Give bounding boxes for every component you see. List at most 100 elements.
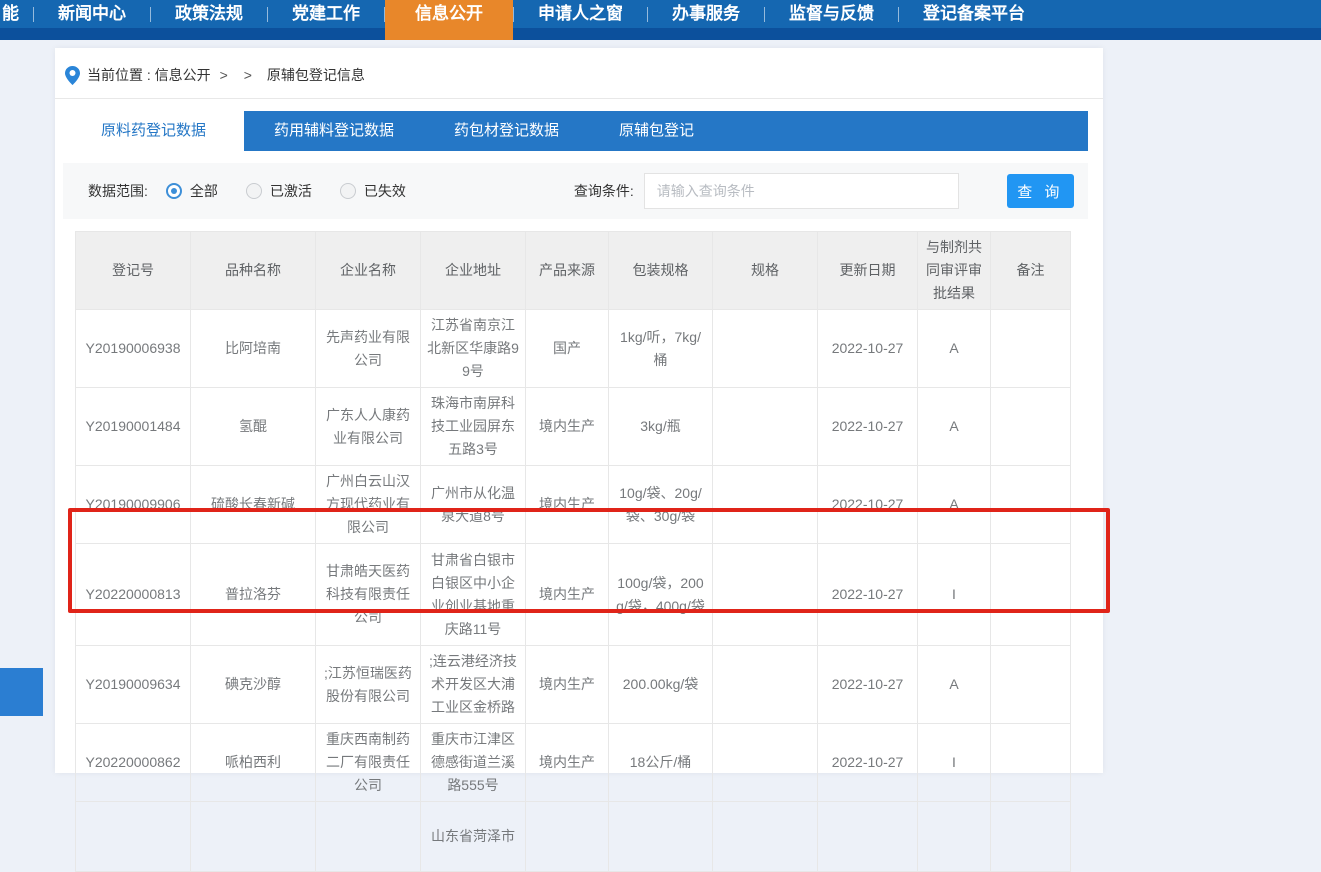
tab-1[interactable]: 药用辅料登记数据 <box>244 111 424 151</box>
cell-r5-c0: Y20220000862 <box>76 724 191 802</box>
tab-3[interactable]: 原辅包登记 <box>589 111 724 151</box>
cell-r1-c1: 氢醌 <box>191 388 316 466</box>
cell-r4-c2: ;江苏恒瑞医药股份有限公司 <box>316 646 421 724</box>
column-header-4: 产品来源 <box>526 232 609 310</box>
nav-item-8[interactable]: 登记备案平台 <box>899 0 1049 28</box>
cell-r5-c9 <box>991 724 1071 802</box>
radio-dot-icon <box>166 183 182 199</box>
cell-r1-c8: A <box>918 388 991 466</box>
cell-r2-c5: 10g/袋、20g/袋、30g/袋 <box>609 466 713 544</box>
scope-radio-label: 已失效 <box>364 181 406 201</box>
cell-r3-c0: Y20220000813 <box>76 544 191 646</box>
cell-r1-c3: 珠海市南屏科技工业园屏东五路3号 <box>421 388 526 466</box>
cell-r3-c2: 甘肃皓天医药科技有限责任公司 <box>316 544 421 646</box>
table-row[interactable]: Y20190001484氢醌广东人人康药业有限公司珠海市南屏科技工业园屏东五路3… <box>76 388 1071 466</box>
scope-radio-2[interactable]: 已失效 <box>340 181 406 201</box>
cell-r3-c1: 普拉洛芬 <box>191 544 316 646</box>
cell-r6-c9 <box>991 802 1071 872</box>
table-header: 登记号品种名称企业名称企业地址产品来源包装规格规格更新日期与制剂共同审评审批结果… <box>76 232 1071 310</box>
cell-r3-c9 <box>991 544 1071 646</box>
breadcrumb: 当前位置 : 信息公开 > > 原辅包登记信息 <box>55 48 1103 99</box>
radio-dot-icon <box>246 183 262 199</box>
scope-radio-label: 全部 <box>190 181 218 201</box>
cell-r5-c3: 重庆市江津区德感街道兰溪路555号 <box>421 724 526 802</box>
cell-r1-c0: Y20190001484 <box>76 388 191 466</box>
cell-r6-c2 <box>316 802 421 872</box>
cell-r2-c7: 2022-10-27 <box>818 466 918 544</box>
table-row[interactable]: 山东省菏泽市 <box>76 802 1071 872</box>
cell-r5-c6 <box>713 724 818 802</box>
nav-item-5[interactable]: 申请人之窗 <box>514 0 647 28</box>
tab-0[interactable]: 原料药登记数据 <box>63 111 244 151</box>
column-header-2: 企业名称 <box>316 232 421 310</box>
cell-r5-c2: 重庆西南制药二厂有限责任公司 <box>316 724 421 802</box>
scope-radio-group: 全部 已激活 已失效 <box>166 181 406 201</box>
cell-r4-c7: 2022-10-27 <box>818 646 918 724</box>
cell-r6-c4 <box>526 802 609 872</box>
location-pin-icon <box>65 66 80 85</box>
column-header-0: 登记号 <box>76 232 191 310</box>
cell-r1-c6 <box>713 388 818 466</box>
query-label: 查询条件: <box>574 181 634 201</box>
cell-r4-c0: Y20190009634 <box>76 646 191 724</box>
column-header-5: 包装规格 <box>609 232 713 310</box>
cell-r0-c9 <box>991 310 1071 388</box>
nav-item-2[interactable]: 政策法规 <box>151 0 267 28</box>
cell-r2-c8: A <box>918 466 991 544</box>
search-button[interactable]: 查 询 <box>1007 174 1074 208</box>
query-input[interactable] <box>644 173 959 209</box>
left-floating-widget[interactable] <box>0 668 43 716</box>
table-row[interactable]: Y20190009634碘克沙醇;江苏恒瑞医药股份有限公司;连云港经济技术开发区… <box>76 646 1071 724</box>
nav-item-1[interactable]: 新闻中心 <box>34 0 150 28</box>
table-body: Y20190006938比阿培南先声药业有限公司江苏省南京江北新区华康路99号国… <box>76 310 1071 872</box>
cell-r0-c3: 江苏省南京江北新区华康路99号 <box>421 310 526 388</box>
table-row-highlighted[interactable]: Y20220000813普拉洛芬甘肃皓天医药科技有限责任公司甘肃省白银市白银区中… <box>76 544 1071 646</box>
column-header-6: 规格 <box>713 232 818 310</box>
cell-r2-c4: 境内生产 <box>526 466 609 544</box>
cell-r3-c7: 2022-10-27 <box>818 544 918 646</box>
nav-item-0[interactable]: 能 <box>0 0 33 28</box>
cell-r0-c6 <box>713 310 818 388</box>
cell-r4-c6 <box>713 646 818 724</box>
column-header-7: 更新日期 <box>818 232 918 310</box>
filter-bar: 数据范围: 全部已激活已失效 查询条件: 查 询 <box>63 163 1088 219</box>
cell-r2-c6 <box>713 466 818 544</box>
cell-r6-c0 <box>76 802 191 872</box>
cell-r2-c2: 广州白云山汉方现代药业有限公司 <box>316 466 421 544</box>
cell-r6-c8 <box>918 802 991 872</box>
cell-r4-c8: A <box>918 646 991 724</box>
nav-item-6[interactable]: 办事服务 <box>648 0 764 28</box>
top-navbar: 能新闻中心政策法规党建工作信息公开申请人之窗办事服务监督与反馈登记备案平台 <box>0 0 1321 40</box>
cell-r5-c1: 哌柏西利 <box>191 724 316 802</box>
cell-r1-c5: 3kg/瓶 <box>609 388 713 466</box>
cell-r6-c7 <box>818 802 918 872</box>
cell-r0-c5: 1kg/听，7kg/桶 <box>609 310 713 388</box>
nav-item-4[interactable]: 信息公开 <box>385 0 513 40</box>
cell-r1-c4: 境内生产 <box>526 388 609 466</box>
nav-item-3[interactable]: 党建工作 <box>268 0 384 28</box>
cell-r6-c6 <box>713 802 818 872</box>
cell-r6-c3: 山东省菏泽市 <box>421 802 526 872</box>
cell-r0-c7: 2022-10-27 <box>818 310 918 388</box>
scope-radio-1[interactable]: 已激活 <box>246 181 312 201</box>
table-row[interactable]: Y20190009906硫酸长春新碱广州白云山汉方现代药业有限公司广州市从化温泉… <box>76 466 1071 544</box>
cell-r5-c7: 2022-10-27 <box>818 724 918 802</box>
cell-r0-c2: 先声药业有限公司 <box>316 310 421 388</box>
tab-bar: 原料药登记数据药用辅料登记数据药包材登记数据原辅包登记 <box>63 111 1088 151</box>
table-row[interactable]: Y20190006938比阿培南先声药业有限公司江苏省南京江北新区华康路99号国… <box>76 310 1071 388</box>
cell-r2-c1: 硫酸长春新碱 <box>191 466 316 544</box>
scope-radio-0[interactable]: 全部 <box>166 181 218 201</box>
cell-r6-c5 <box>609 802 713 872</box>
cell-r3-c4: 境内生产 <box>526 544 609 646</box>
cell-r3-c3: 甘肃省白银市白银区中小企业创业基地重庆路11号 <box>421 544 526 646</box>
content-card: 当前位置 : 信息公开 > > 原辅包登记信息 原料药登记数据药用辅料登记数据药… <box>55 48 1103 773</box>
column-header-9: 备注 <box>991 232 1071 310</box>
tab-2[interactable]: 药包材登记数据 <box>424 111 589 151</box>
column-header-3: 企业地址 <box>421 232 526 310</box>
nav-item-7[interactable]: 监督与反馈 <box>765 0 898 28</box>
column-header-8: 与制剂共同审评审批结果 <box>918 232 991 310</box>
cell-r4-c1: 碘克沙醇 <box>191 646 316 724</box>
cell-r3-c6 <box>713 544 818 646</box>
top-nav-items: 能新闻中心政策法规党建工作信息公开申请人之窗办事服务监督与反馈登记备案平台 <box>0 0 1321 40</box>
table-row[interactable]: Y20220000862哌柏西利重庆西南制药二厂有限责任公司重庆市江津区德感街道… <box>76 724 1071 802</box>
